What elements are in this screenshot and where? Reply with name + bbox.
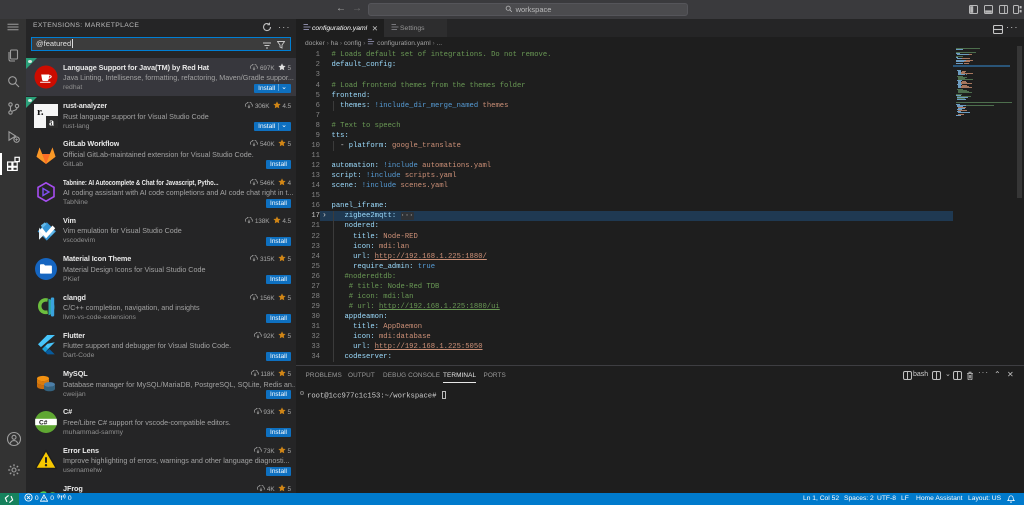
svg-text:a: a <box>49 117 54 128</box>
svg-text:r.: r. <box>37 106 44 118</box>
svg-text:C#: C# <box>39 419 48 426</box>
